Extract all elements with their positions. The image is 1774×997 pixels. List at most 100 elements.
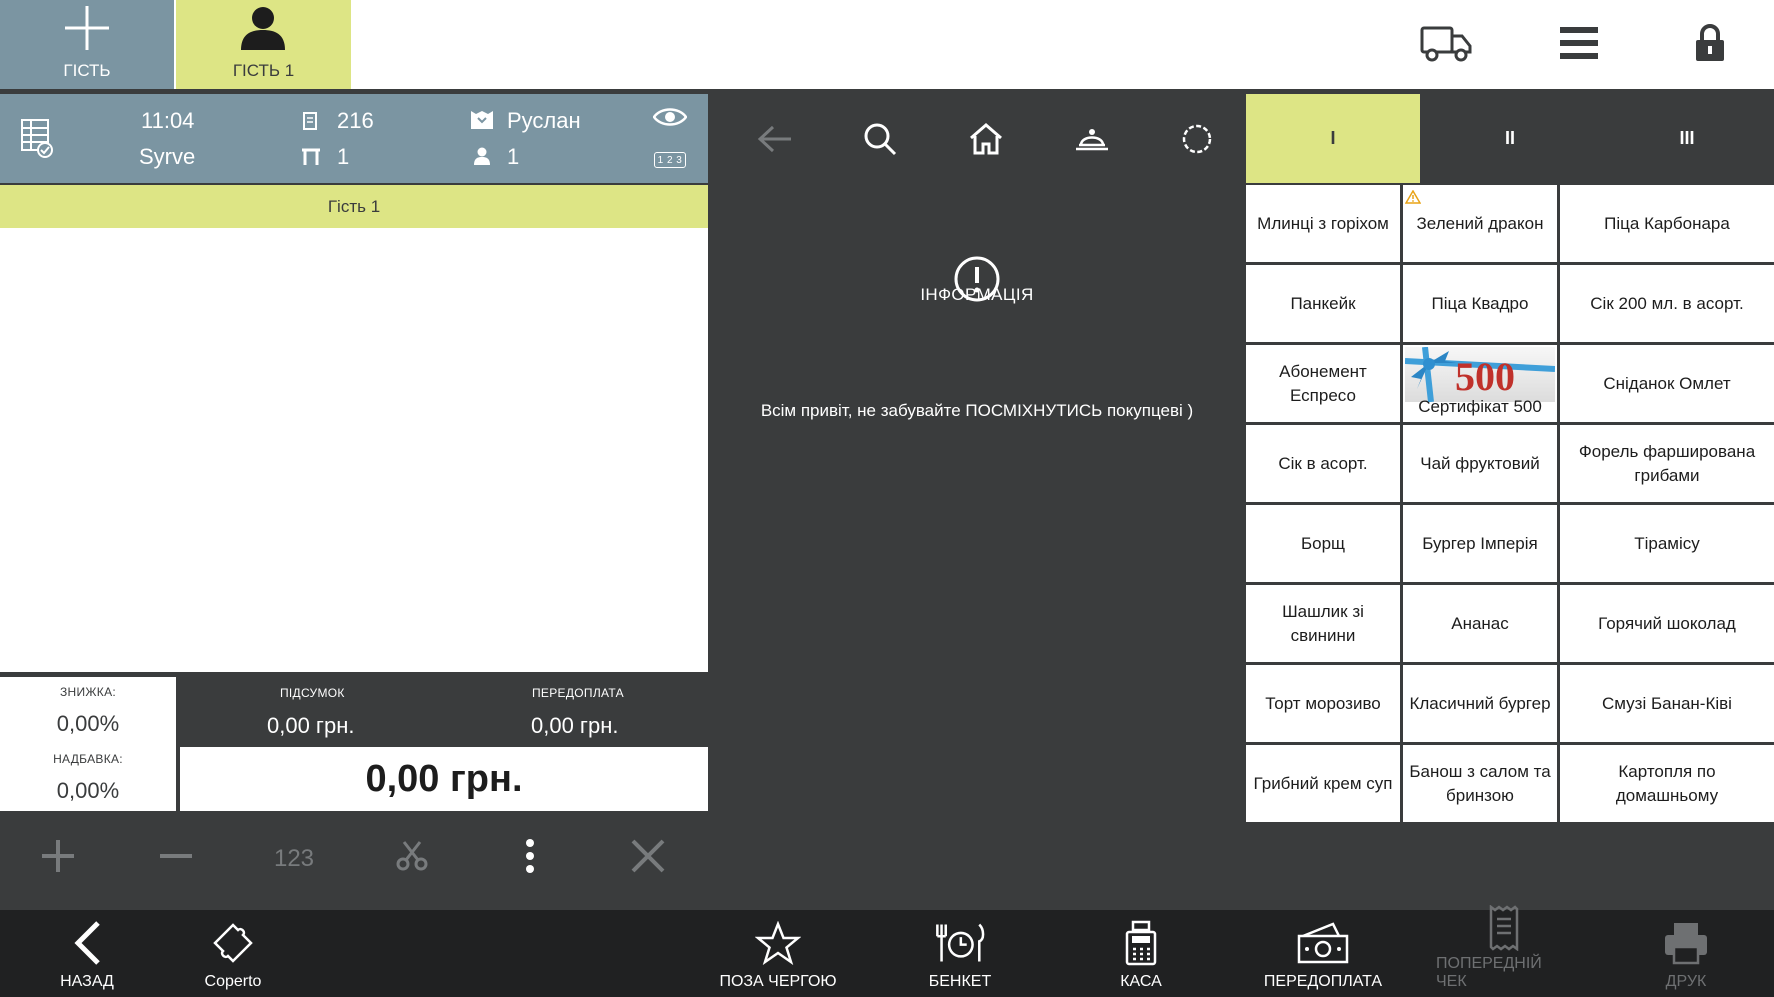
info-message: Всім привіт, не забувайте ПОСМІХНУТИСЬ п…: [760, 401, 1194, 420]
banquet-label: БЕНКЕТ: [928, 973, 992, 990]
menu-panel: I II III Млинці з горіхом Зелений дракон П…: [1246, 94, 1774, 910]
pre-check-button[interactable]: ПОПЕРЕДНІЙ ЧЕК: [1436, 905, 1572, 997]
menu-item-label: Піца Карбонара: [1604, 213, 1730, 233]
menu-item-tile[interactable]: Зелений дракон: [1403, 185, 1557, 262]
menu-item-label: Панкейк: [1290, 293, 1356, 313]
kitchen-icon: [1075, 125, 1109, 158]
menu-item-label: Млинці з горіхом: [1257, 213, 1389, 233]
back-button[interactable]: НАЗАД: [38, 910, 136, 997]
menu-page-tab-3[interactable]: III: [1600, 94, 1774, 183]
discount-panel[interactable]: ЗНИЖКА: 0,00% НАДБАВКА: 0,00%: [0, 677, 176, 811]
order-number: 216: [337, 108, 374, 133]
menu-item-tile[interactable]: Горячий шоколад: [1560, 585, 1774, 662]
check-icon: [1478, 905, 1530, 951]
out-of-turn-label: ПОЗА ЧЕРГОЮ: [719, 973, 837, 990]
menu-item-tile[interactable]: Грибний крем суп: [1246, 745, 1400, 822]
menu-item-tile[interactable]: Борщ: [1246, 505, 1400, 582]
settings-button[interactable]: [1175, 119, 1219, 163]
alert-icon: [953, 255, 1001, 308]
surcharge-label: НАДБАВКА:: [53, 752, 123, 766]
scissors-icon: [394, 838, 430, 881]
menu-item-tile[interactable]: Шашлик зі свинини: [1246, 585, 1400, 662]
add-guest-button[interactable]: ГІСТЬ: [0, 0, 174, 89]
more-button[interactable]: [500, 829, 560, 889]
split-button[interactable]: [382, 829, 442, 889]
menu-page-tab-1[interactable]: I: [1246, 94, 1420, 183]
menu-item-tile[interactable]: Банош з салом та бринзою: [1403, 745, 1557, 822]
home-button[interactable]: [964, 119, 1008, 163]
out-of-turn-button[interactable]: ПОЗА ЧЕРГОЮ: [716, 910, 840, 997]
top-bar: ГІСТЬ ГІСТЬ 1: [0, 0, 1774, 89]
numpad-button[interactable]: 123: [264, 829, 324, 889]
menu-item-tile[interactable]: Тірамісу: [1560, 505, 1774, 582]
menu-item-tile[interactable]: 500 Сертифікат 500: [1403, 345, 1557, 422]
kitchen-button[interactable]: [1070, 119, 1114, 163]
prepay-value: 0,00 грн.: [531, 713, 619, 738]
search-button[interactable]: [858, 119, 902, 163]
print-button[interactable]: ДРУК: [1636, 910, 1736, 997]
cash-register-icon: [1115, 917, 1167, 969]
menu-item-label: Ананас: [1451, 613, 1509, 633]
menu-item-tile[interactable]: Панкейк: [1246, 265, 1400, 342]
menu-item-tile[interactable]: Сніданок Омлет: [1560, 345, 1774, 422]
menu-item-tile[interactable]: Торт морозиво: [1246, 665, 1400, 742]
certificate-image: 500: [1405, 347, 1555, 402]
minus-button[interactable]: [146, 829, 206, 889]
order-actions: 123: [0, 811, 708, 910]
prepay-button-label: ПЕРЕДОПЛАТА: [1263, 973, 1383, 990]
guest-tab-label: ГІСТЬ 1: [232, 61, 295, 80]
order-total: 0,00 грн.: [180, 747, 708, 811]
menu-item-tile[interactable]: Форель фарширована грибами: [1560, 425, 1774, 502]
menu-item-tile[interactable]: Смузі Банан-Ківі: [1560, 665, 1774, 742]
menu-item-label: Банош з салом та бринзою: [1409, 761, 1551, 805]
numpad-label: 123: [273, 845, 315, 872]
menu-item-tile[interactable]: Картопля по домашньому: [1560, 745, 1774, 822]
add-button[interactable]: [28, 829, 88, 889]
plus-icon: [63, 4, 111, 57]
menu-item-tile[interactable]: Класичний бургер: [1403, 665, 1557, 742]
coperto-button[interactable]: Coperto: [184, 910, 282, 997]
menu-item-label: Зелений дракон: [1416, 213, 1544, 233]
menu-item-tile[interactable]: Абонемент Еспресо: [1246, 345, 1400, 422]
banquet-button[interactable]: БЕНКЕТ: [910, 910, 1010, 997]
back-nav-button[interactable]: [753, 119, 797, 163]
menu-item-tile[interactable]: Бургер Імперія: [1403, 505, 1557, 582]
menu-item-tile[interactable]: Ананас: [1403, 585, 1557, 662]
print-label: ДРУК: [1665, 973, 1707, 990]
truck-icon: [1420, 24, 1472, 67]
delivery-button[interactable]: [1418, 22, 1474, 68]
menu-item-tile[interactable]: Чай фруктовий: [1403, 425, 1557, 502]
menu-item-tile[interactable]: Сік в асорт.: [1246, 425, 1400, 502]
surcharge-value: 0,00%: [56, 778, 120, 803]
guest-tab[interactable]: ГІСТЬ 1: [176, 0, 351, 89]
menu-item-label: Сік 200 мл. в асорт.: [1590, 293, 1744, 313]
order-time: 11:04: [141, 108, 195, 133]
chevron-left-icon: [61, 917, 113, 969]
eye-icon[interactable]: [652, 106, 688, 133]
delete-button[interactable]: [618, 829, 678, 889]
hamburger-menu-icon: [1560, 25, 1598, 66]
menu-item-tile[interactable]: Сік 200 мл. в асорт.: [1560, 265, 1774, 342]
certificate-image-text: 500: [1455, 354, 1515, 399]
menu-item-tile[interactable]: Піца Квадро: [1403, 265, 1557, 342]
menu-item-tile[interactable]: Піца Карбонара: [1560, 185, 1774, 262]
counter-badge[interactable]: 1 2 3: [654, 152, 686, 168]
menu-item-label: Грибний крем суп: [1253, 773, 1393, 793]
user-icon: [239, 6, 287, 55]
menu-page-tab-2[interactable]: II: [1423, 94, 1597, 183]
back-label: НАЗАД: [60, 973, 114, 990]
coperto-label: Coperto: [204, 973, 262, 990]
subtotal-value: 0,00 грн.: [267, 713, 355, 738]
guest-section-header[interactable]: Гість 1: [0, 185, 708, 228]
info-panel: ІНФОРМАЦІЯ Всім привіт, не забувайте ПОС…: [708, 89, 1246, 910]
order-list-icon[interactable]: [20, 118, 54, 163]
main-menu-button[interactable]: [1551, 22, 1607, 68]
lock-button[interactable]: [1682, 22, 1738, 68]
subtotal-label: ПІДСУМОК: [280, 686, 345, 700]
order-items-list[interactable]: [0, 228, 708, 672]
prepay-button[interactable]: ПЕРЕДОПЛАТА: [1256, 910, 1390, 997]
close-icon: [630, 838, 666, 881]
settings-icon: [1181, 123, 1213, 160]
cash-button[interactable]: КАСА: [1091, 910, 1191, 997]
menu-item-tile[interactable]: Млинці з горіхом: [1246, 185, 1400, 262]
